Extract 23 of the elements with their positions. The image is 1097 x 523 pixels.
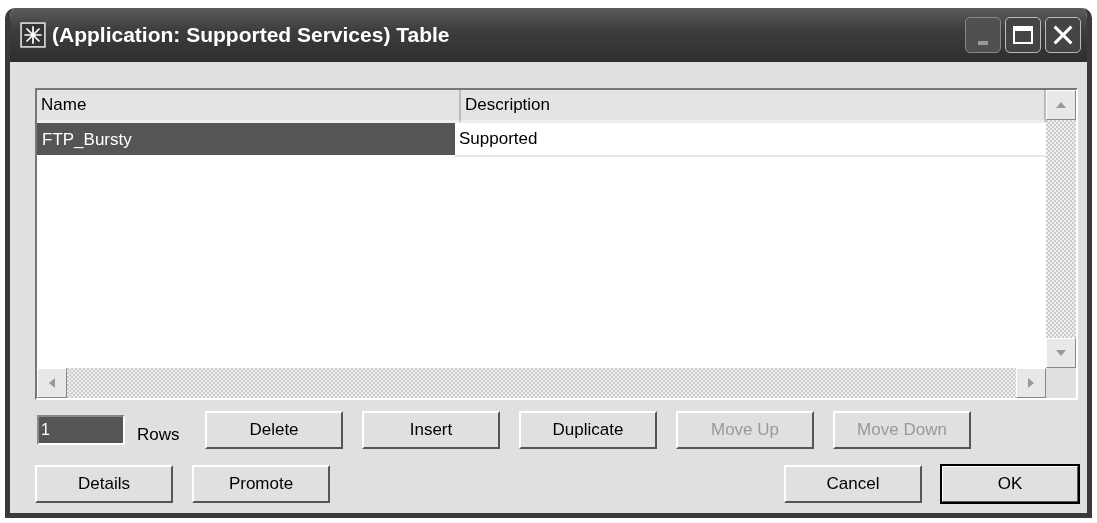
action-button[interactable]: Details: [35, 465, 173, 503]
up-arrow-icon: [1056, 102, 1066, 108]
maximize-button[interactable]: [1005, 17, 1041, 53]
close-icon: [1051, 23, 1075, 47]
vertical-scrollbar[interactable]: [1046, 90, 1076, 368]
rows-field[interactable]: 1: [37, 415, 125, 445]
action-button[interactable]: Insert: [362, 411, 500, 449]
left-arrow-icon: [49, 378, 55, 388]
star-icon: [20, 22, 46, 48]
column-header[interactable]: Description: [461, 90, 1046, 123]
right-arrow-icon: [1028, 378, 1034, 388]
action-button[interactable]: Cancel: [784, 465, 922, 503]
action-button[interactable]: OK: [941, 465, 1079, 503]
column-header[interactable]: Name: [37, 90, 461, 123]
rows-label: Rows: [137, 425, 181, 445]
action-button[interactable]: Duplicate: [519, 411, 657, 449]
table-cell[interactable]: FTP_Bursty: [37, 123, 455, 155]
action-button[interactable]: Delete: [205, 411, 343, 449]
action-button[interactable]: Promote: [192, 465, 330, 503]
horizontal-scrollbar[interactable]: [37, 368, 1046, 398]
down-arrow-icon: [1056, 350, 1066, 356]
window-title: (Application: Supported Services) Table: [52, 23, 451, 47]
close-button[interactable]: [1045, 17, 1081, 53]
